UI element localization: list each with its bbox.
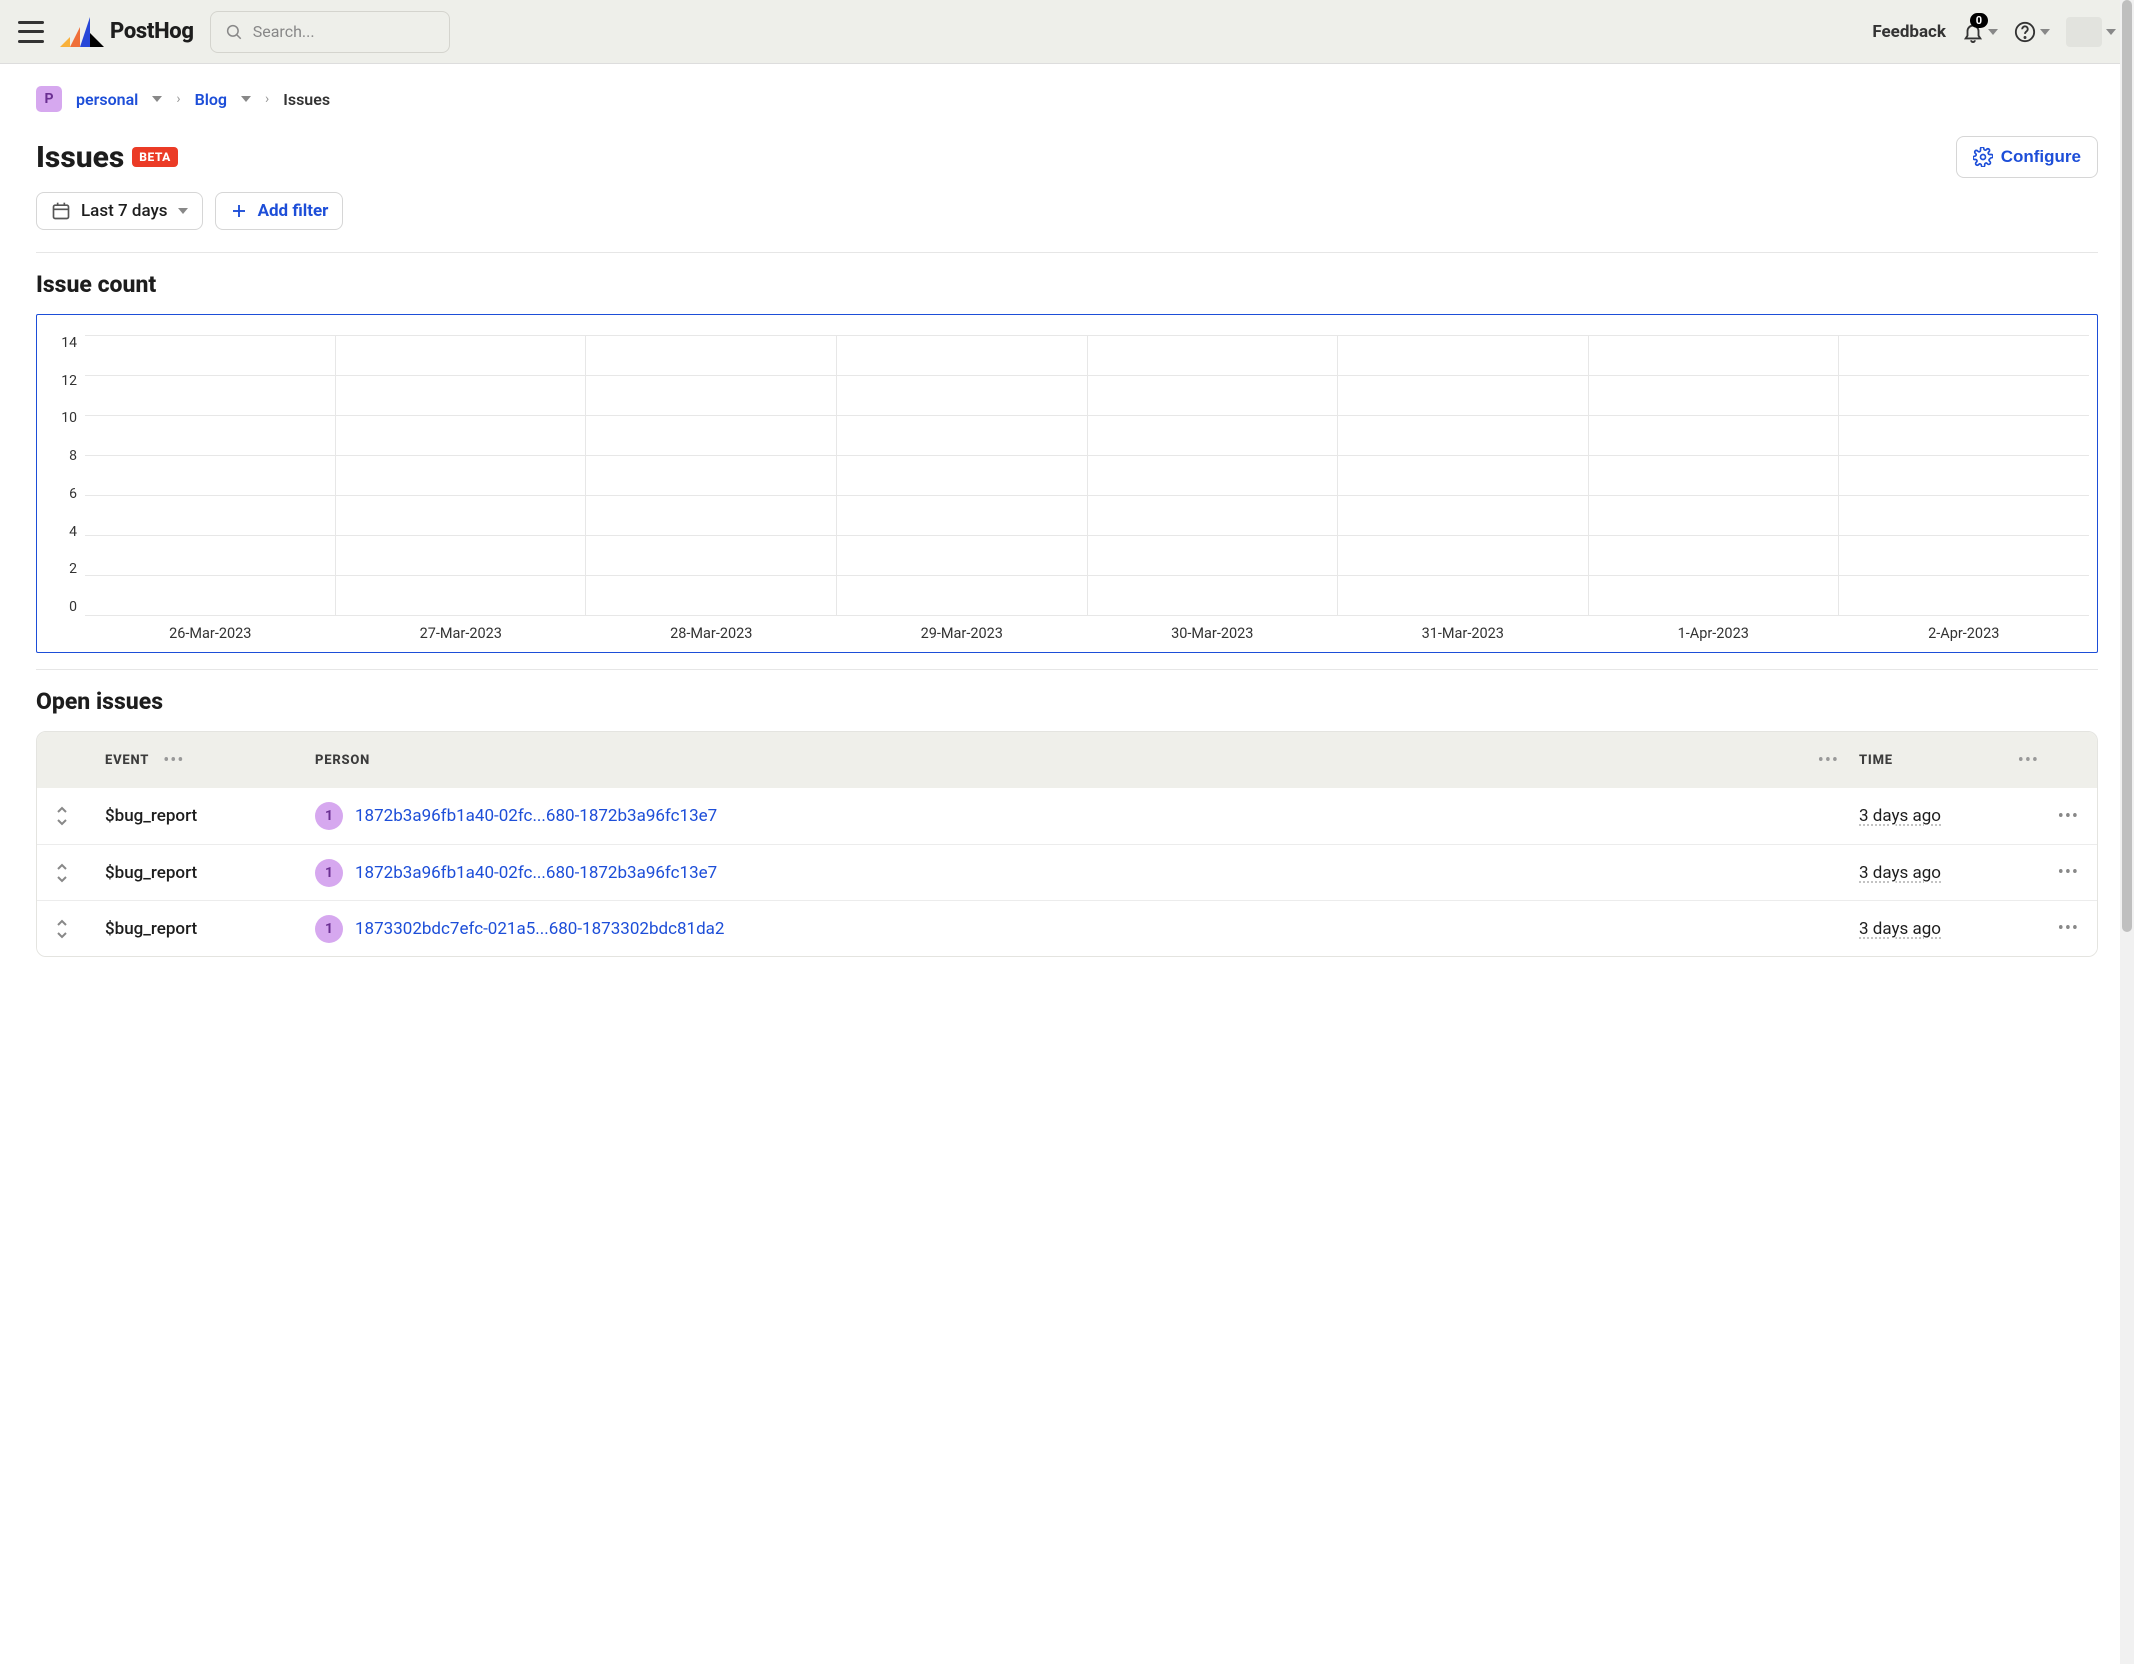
row-actions-menu[interactable]: ••• <box>2039 918 2079 939</box>
breadcrumb-current: Issues <box>283 90 330 109</box>
chevron-down-icon[interactable] <box>152 96 162 102</box>
col-event[interactable]: EVENT <box>105 753 149 768</box>
date-range-label: Last 7 days <box>81 201 168 221</box>
expand-row-icon[interactable] <box>55 863 105 883</box>
logo-mark-icon <box>60 17 104 47</box>
chart-section-title: Issue count <box>36 271 2098 298</box>
person-link[interactable]: 1872b3a96fb1a40-02fc...680-1872b3a96fc13… <box>355 863 717 883</box>
chevron-down-icon <box>178 208 188 214</box>
add-filter-button[interactable]: Add filter <box>215 192 344 230</box>
notifications-button[interactable]: 0 <box>1962 21 1998 43</box>
logo[interactable]: PostHog <box>60 17 194 47</box>
person-link[interactable]: 1872b3a96fb1a40-02fc...680-1872b3a96fc13… <box>355 806 717 826</box>
configure-label: Configure <box>2001 147 2081 167</box>
breadcrumb-project[interactable]: personal <box>76 90 138 109</box>
beta-badge: BETA <box>132 147 178 167</box>
table-header: EVENT ••• PERSON ••• TIME ••• <box>37 732 2097 788</box>
chevron-down-icon[interactable] <box>241 96 251 102</box>
chart-y-axis: 14121086420 <box>45 335 85 615</box>
gear-icon <box>1973 147 1993 167</box>
scrollbar[interactable] <box>2120 0 2134 1664</box>
expand-row-icon[interactable] <box>55 806 105 826</box>
feedback-link[interactable]: Feedback <box>1872 22 1946 42</box>
chevron-down-icon <box>2106 29 2116 35</box>
plus-icon <box>230 202 248 220</box>
add-filter-label: Add filter <box>258 201 329 221</box>
page-header: Issues BETA Configure <box>36 136 2098 178</box>
event-time: 3 days ago <box>1859 863 2039 883</box>
logo-text: PostHog <box>110 19 194 44</box>
date-range-filter[interactable]: Last 7 days <box>36 192 203 230</box>
chevron-right-icon: › <box>176 91 180 107</box>
table-row: $bug_report1 1872b3a96fb1a40-02fc...680-1… <box>37 788 2097 844</box>
person-badge: 1 <box>315 859 343 887</box>
breadcrumb: P personal › Blog › Issues <box>36 76 2098 136</box>
column-menu-icon[interactable]: ••• <box>163 750 184 771</box>
page-body: P personal › Blog › Issues Issues BETA C… <box>0 64 2134 1017</box>
event-name: $bug_report <box>105 919 315 939</box>
event-time: 3 days ago <box>1859 919 2039 939</box>
open-issues-table: EVENT ••• PERSON ••• TIME ••• $bug_repor… <box>36 731 2098 957</box>
col-person[interactable]: PERSON <box>315 753 370 768</box>
calendar-icon <box>51 201 71 221</box>
col-time[interactable]: TIME <box>1859 753 1893 768</box>
expand-row-icon[interactable] <box>55 919 105 939</box>
person-badge: 1 <box>315 802 343 830</box>
account-menu[interactable] <box>2066 17 2116 47</box>
column-menu-icon[interactable]: ••• <box>2018 750 2039 771</box>
avatar <box>2066 17 2102 47</box>
column-menu-icon[interactable]: ••• <box>1818 750 1839 771</box>
search-input[interactable]: Search... <box>210 11 450 53</box>
chevron-down-icon <box>1988 29 1998 35</box>
event-name: $bug_report <box>105 863 315 883</box>
title-text: Issues <box>36 140 124 175</box>
chart-plot-area <box>85 335 2089 615</box>
menu-toggle[interactable] <box>18 21 44 43</box>
search-placeholder: Search... <box>253 22 315 41</box>
project-badge[interactable]: P <box>36 86 62 112</box>
person-badge: 1 <box>315 915 343 943</box>
person-link[interactable]: 1873302bdc7efc-021a5...680-1873302bdc81d… <box>355 919 724 939</box>
filters-row: Last 7 days Add filter <box>36 192 2098 253</box>
chevron-right-icon: › <box>265 91 269 107</box>
table-row: $bug_report1 1873302bdc7efc-021a5...680-1… <box>37 900 2097 956</box>
chevron-down-icon <box>2040 29 2050 35</box>
issue-count-chart[interactable]: 14121086420 26-Mar-202327-Mar-202328-Mar… <box>36 314 2098 653</box>
row-actions-menu[interactable]: ••• <box>2039 862 2079 883</box>
table-row: $bug_report1 1872b3a96fb1a40-02fc...680-1… <box>37 844 2097 900</box>
chart-x-axis: 26-Mar-202327-Mar-202328-Mar-202329-Mar-… <box>85 625 2089 642</box>
event-time: 3 days ago <box>1859 806 2039 826</box>
page-title: Issues BETA <box>36 140 178 175</box>
topbar: PostHog Search... Feedback 0 <box>0 0 2134 64</box>
event-name: $bug_report <box>105 806 315 826</box>
notification-count: 0 <box>1970 13 1988 28</box>
search-icon <box>225 23 243 41</box>
configure-button[interactable]: Configure <box>1956 136 2098 178</box>
help-icon <box>2014 21 2036 43</box>
help-button[interactable] <box>2014 21 2050 43</box>
open-issues-title: Open issues <box>36 688 2098 715</box>
breadcrumb-mid[interactable]: Blog <box>195 90 227 109</box>
row-actions-menu[interactable]: ••• <box>2039 806 2079 827</box>
